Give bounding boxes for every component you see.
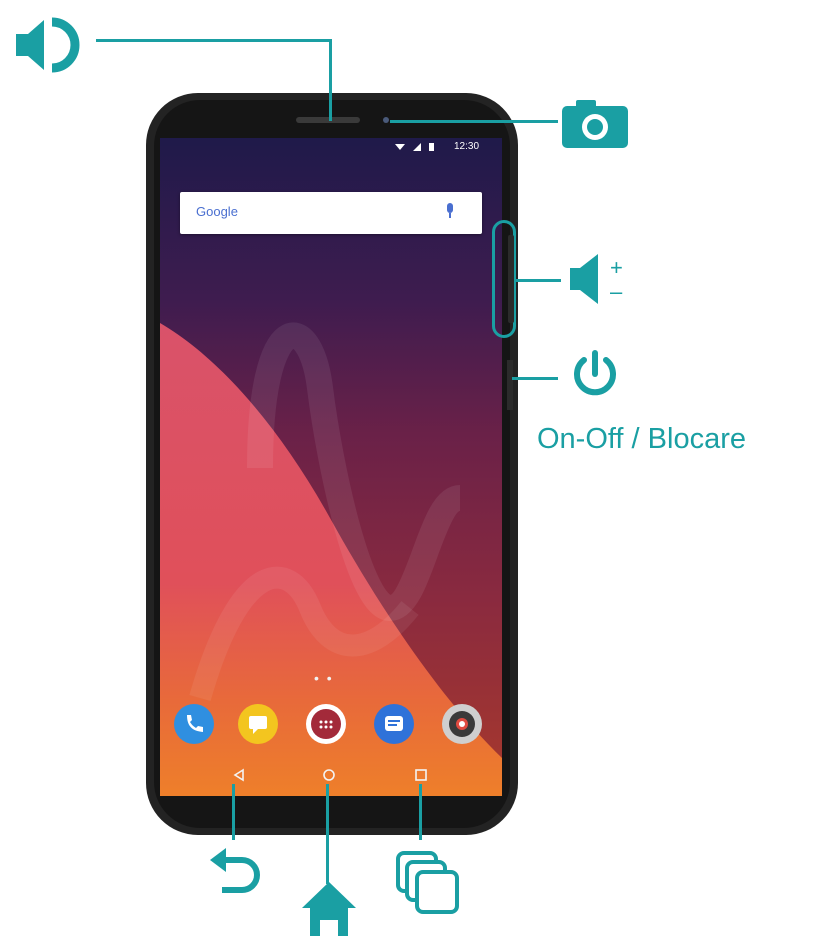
volume-keys xyxy=(508,235,514,323)
power-label: On-Off / Blocare xyxy=(537,423,746,455)
status-time: 12:30 xyxy=(454,141,480,152)
mic-icon[interactable] xyxy=(444,202,456,220)
page-indicator: • • xyxy=(314,670,334,686)
camera-callout-line xyxy=(390,120,558,123)
power-icon xyxy=(574,350,616,396)
speaker-icon xyxy=(16,17,80,73)
volume-callout-line xyxy=(515,279,561,282)
recents-callout-line xyxy=(419,784,422,840)
recents-nav-icon[interactable] xyxy=(414,768,428,782)
camera-icon xyxy=(562,100,628,148)
power-callout-line xyxy=(512,377,558,380)
volume-minus-label: – xyxy=(610,279,623,304)
home-nav-icon[interactable] xyxy=(322,768,336,782)
phone-screen xyxy=(160,138,502,796)
earpiece xyxy=(296,117,360,123)
messaging-app-icon[interactable] xyxy=(238,704,278,744)
speaker-callout-line xyxy=(329,39,332,121)
google-logo: Google xyxy=(196,204,238,219)
home-callout-line xyxy=(326,784,329,884)
chat-app-icon[interactable] xyxy=(374,704,414,744)
power-key xyxy=(507,360,513,410)
recent-apps-icon xyxy=(396,851,459,914)
app-drawer-icon[interactable] xyxy=(306,704,346,744)
volume-icon xyxy=(570,254,598,304)
phone-app-icon[interactable] xyxy=(174,704,214,744)
back-callout-line xyxy=(232,784,235,840)
wifi-icon xyxy=(395,144,405,150)
signal-icon xyxy=(413,143,421,151)
speaker-callout-line xyxy=(96,39,332,42)
back-arrow-icon xyxy=(210,848,260,893)
front-camera xyxy=(383,117,389,123)
back-nav-icon[interactable] xyxy=(233,768,245,782)
battery-icon xyxy=(429,143,434,151)
home-icon xyxy=(302,882,356,936)
camera-app-icon[interactable] xyxy=(442,704,482,744)
wallpaper xyxy=(160,322,502,796)
volume-plus-label: + xyxy=(610,255,623,280)
status-icons xyxy=(395,143,434,151)
